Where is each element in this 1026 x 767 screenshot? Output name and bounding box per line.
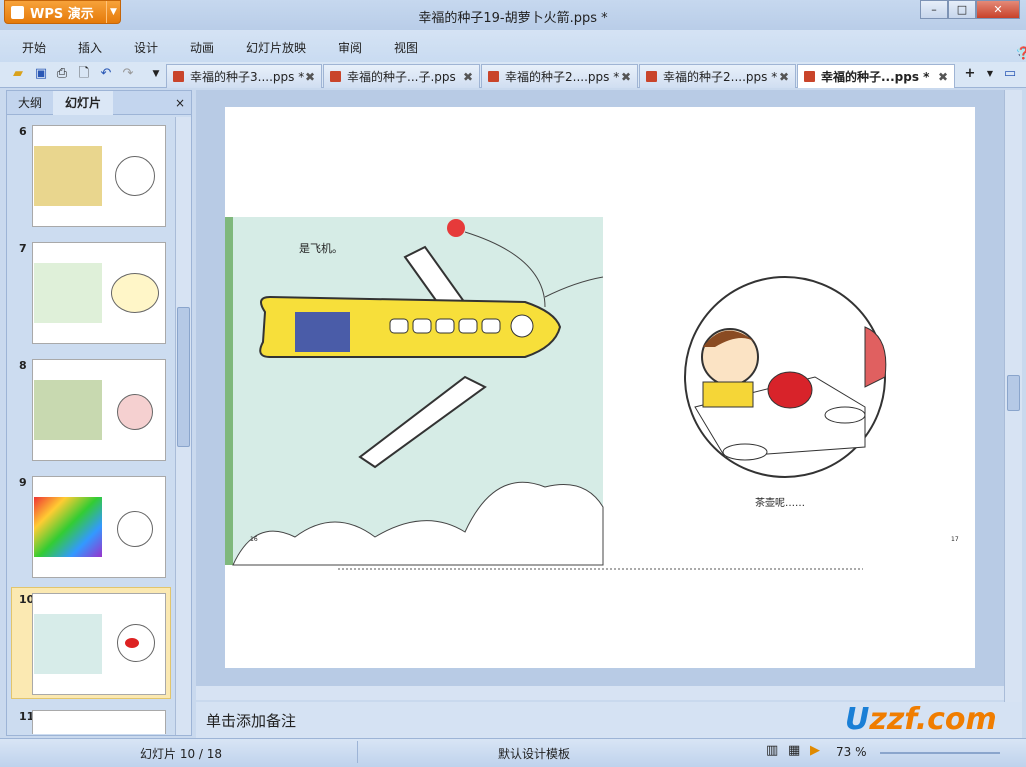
close-button[interactable]: ✕	[976, 0, 1020, 19]
sorter-view-icon[interactable]: ▦	[788, 743, 800, 758]
tab-outline[interactable]: 大纲	[7, 91, 53, 115]
close-tab-icon[interactable]: ✖	[621, 70, 631, 84]
tab-label: 幸福的种子...子.pps	[347, 70, 456, 84]
slide-canvas[interactable]: 是飞机。 茶壶呢…… 16 17	[225, 107, 975, 668]
menu-start[interactable]: 开始	[22, 39, 46, 56]
undo-icon[interactable]: ↶	[98, 66, 114, 82]
slide-thumb-6[interactable]	[32, 125, 166, 227]
slide-thumb-7[interactable]	[32, 242, 166, 344]
slide-thumb-9[interactable]	[32, 476, 166, 578]
slide-thumb-10[interactable]	[32, 593, 166, 695]
slide-counter: 幻灯片 10 / 18	[140, 747, 223, 761]
scroll-thumb[interactable]	[1007, 375, 1020, 411]
menu-review[interactable]: 审阅	[338, 39, 362, 56]
close-panel-icon[interactable]: ×	[173, 91, 187, 115]
tab-label: 幸福的种子2....pps *	[663, 70, 778, 84]
menu-insert[interactable]: 插入	[78, 39, 102, 56]
menu-animation[interactable]: 动画	[190, 39, 214, 56]
slide-thumb-8[interactable]	[32, 359, 166, 461]
template-name: 默认设计模板	[498, 747, 571, 761]
new-tab-icon[interactable]: +	[962, 66, 978, 82]
minimize-button[interactable]: –	[920, 0, 948, 19]
watermark-logo: Uzzf.com	[845, 702, 997, 737]
close-tab-icon[interactable]: ✖	[779, 70, 789, 84]
slide-thumb-11[interactable]	[32, 710, 166, 734]
thumbs-scrollbar[interactable]	[175, 117, 191, 735]
pps-icon	[330, 71, 341, 82]
left-caption: 是飞机。	[299, 242, 343, 255]
toolbar: ▰ ▣ ⎙ 🗋 ↶ ↷ ▼ 幸福的种子3....pps * ✖ 幸福的种子...子…	[0, 62, 1026, 88]
menu-design[interactable]: 设计	[134, 39, 158, 56]
tab-label: 幸福的种子2....pps *	[505, 70, 620, 84]
close-tab-icon[interactable]: ✖	[305, 70, 315, 84]
maximize-button[interactable]: □	[948, 0, 976, 19]
menu-bar: 开始 插入 设计 动画 幻灯片放映 审阅 视图 ⌄ 👕 ❓	[0, 30, 1026, 62]
chevron-down-icon[interactable]: ▼	[982, 66, 998, 82]
editor-hscrollbar[interactable]	[196, 686, 1004, 700]
open-icon[interactable]: ▰	[10, 66, 26, 82]
customize-icon[interactable]: ▼	[148, 66, 164, 82]
right-caption: 茶壶呢……	[755, 498, 805, 509]
slide-number: 9	[19, 476, 27, 489]
slide-illustration	[225, 217, 887, 570]
doc-tab[interactable]: 幸福的种子...子.pps ✖	[323, 64, 480, 88]
window-layout-icon[interactable]: ▭	[1002, 66, 1018, 82]
tab-label: 幸福的种子3....pps *	[190, 70, 305, 84]
doc-tab[interactable]: 幸福的种子3....pps * ✖	[166, 64, 322, 88]
title-bar: WPS 演示 ▼ 幸福的种子19-胡萝卜火箭.pps * – □ ✕	[0, 0, 1026, 30]
pps-icon	[804, 71, 815, 82]
slides-panel: 大纲 幻灯片 × 6 7 8 9 10 11	[6, 90, 192, 736]
window-title: 幸福的种子19-胡萝卜火箭.pps *	[418, 11, 608, 26]
slide-number: 7	[19, 242, 27, 255]
normal-view-icon[interactable]: ▥	[766, 743, 778, 758]
pps-icon	[173, 71, 184, 82]
page-number-left: 16	[250, 536, 258, 543]
doc-tab[interactable]: 幸福的种子2....pps * ✖	[481, 64, 638, 88]
slide-editor: 是飞机。 茶壶呢…… 16 17	[196, 90, 1022, 702]
print-preview-icon[interactable]: 🗋	[76, 66, 92, 82]
slide-number: 6	[19, 125, 27, 138]
page-number-right: 17	[951, 536, 959, 543]
tab-slides[interactable]: 幻灯片	[53, 91, 113, 115]
close-tab-icon[interactable]: ✖	[938, 70, 948, 84]
slideshow-icon[interactable]: ▶	[810, 743, 820, 758]
doc-tab-active[interactable]: 幸福的种子...pps * ✖	[797, 64, 955, 88]
menu-slideshow[interactable]: 幻灯片放映	[246, 39, 306, 56]
slide-number: 8	[19, 359, 27, 372]
doc-tab[interactable]: 幸福的种子2....pps * ✖	[639, 64, 796, 88]
save-icon[interactable]: ▣	[33, 66, 49, 82]
pps-icon	[646, 71, 657, 82]
help-icon[interactable]: ❓	[1016, 46, 1026, 60]
editor-vscrollbar[interactable]	[1004, 90, 1022, 702]
print-icon[interactable]: ⎙	[54, 66, 70, 82]
close-tab-icon[interactable]: ✖	[463, 70, 473, 84]
menu-view[interactable]: 视图	[394, 39, 418, 56]
zoom-slider[interactable]	[880, 752, 1000, 754]
tab-label: 幸福的种子...pps *	[821, 70, 930, 84]
redo-icon[interactable]: ↷	[120, 66, 136, 82]
pps-icon	[488, 71, 499, 82]
scroll-thumb[interactable]	[177, 307, 190, 447]
